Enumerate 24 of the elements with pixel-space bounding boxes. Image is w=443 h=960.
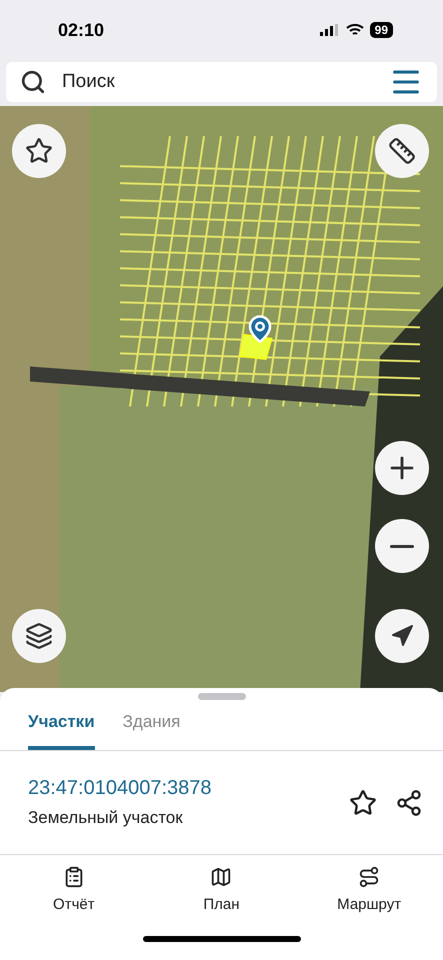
tab[interactable]: Участки [28, 700, 95, 750]
star-icon [25, 137, 53, 165]
search-field[interactable]: Поиск [6, 62, 437, 102]
parcel-type: Земельный участок [28, 808, 184, 828]
nav-item[interactable]: План [166, 865, 276, 914]
map-icon [210, 866, 232, 888]
share-icon[interactable] [395, 788, 423, 816]
nav-item[interactable]: Отчёт [18, 865, 129, 914]
parcel-number: 23:47:0104007:3878 [28, 777, 212, 800]
drag-handle[interactable] [198, 693, 246, 700]
ruler-icon [388, 137, 416, 165]
wifi-icon [346, 24, 364, 36]
layers-icon [25, 622, 53, 650]
search-input[interactable]: Поиск [60, 70, 375, 94]
minus-icon [390, 544, 414, 548]
battery-level: 99 [370, 22, 393, 38]
tab[interactable]: Здания [122, 700, 180, 750]
nav-item[interactable]: Маршрут [314, 865, 424, 914]
favorite-icon[interactable] [349, 788, 377, 816]
location-arrow-icon [390, 624, 414, 648]
signal-icon [320, 24, 340, 36]
route-icon [358, 866, 380, 888]
status-time: 02:10 [58, 20, 104, 40]
search-icon [20, 69, 46, 95]
